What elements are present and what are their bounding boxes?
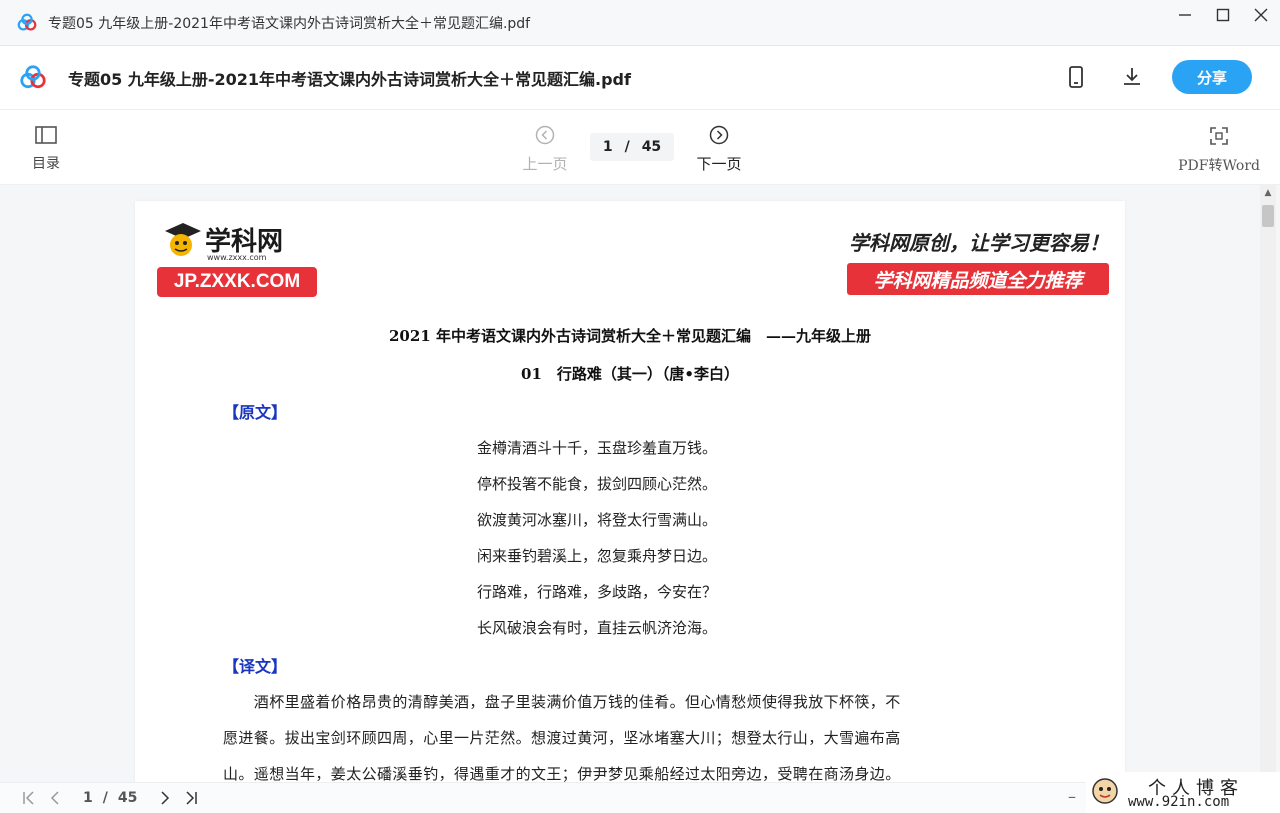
convert-icon [1210, 127, 1228, 145]
zxxk-logo: 学科网 www.zxxx.com JP.ZXXK.COM [157, 219, 317, 299]
share-button[interactable]: 分享 [1172, 60, 1252, 94]
close-button[interactable] [1242, 0, 1280, 30]
prev-arrow-icon [535, 125, 555, 145]
poem-line: 金樽清酒斗十千，玉盘珍羞直万钱。 [477, 439, 718, 457]
first-page-button[interactable] [16, 785, 42, 811]
document-heading: 2021 年中考语文课内外古诗词赏析大全＋常见题汇编 ——九年级上册 [389, 327, 871, 345]
last-page-button[interactable] [178, 785, 204, 811]
current-page: 1 [602, 139, 613, 155]
pdf-to-word-button[interactable]: PDF转Word [1178, 125, 1260, 175]
window-controls [1166, 0, 1280, 30]
poem-line: 闲来垂钓碧溪上，忽复乘舟梦日边。 [477, 547, 718, 565]
bottom-prev-page-button[interactable] [42, 785, 68, 811]
scroll-thumb[interactable] [1262, 205, 1274, 227]
blog-watermark: 个人博客 www.92in.com [1086, 772, 1280, 813]
translation-line: 愿进餐。拔出宝剑环顾四周，心里一片茫然。想渡过黄河，坚冰堵塞大川；想登太行山，大… [223, 729, 901, 747]
page-navigator: 上一页 1 / 45 下一页 [520, 125, 744, 174]
document-title: 专题05 九年级上册-2021年中考语文课内外古诗词赏析大全＋常见题汇编.pdf [68, 69, 631, 89]
minimize-button[interactable] [1166, 0, 1204, 30]
zoom-out-button[interactable]: – [1068, 787, 1076, 806]
minimize-icon [1179, 14, 1191, 16]
bottom-page-indicator[interactable]: 1 / 45 [78, 790, 142, 806]
logo-badge: JP.ZXXK.COM [157, 267, 317, 297]
close-icon [1254, 8, 1268, 22]
poem-line: 欲渡黄河冰塞川，将登太行雪满山。 [477, 511, 718, 529]
translation-line: 山。遥想当年，姜太公磻溪垂钓，得遇重才的文王；伊尹梦见乘船经过太阳旁边，受聘在商… [223, 765, 901, 782]
header-actions: 分享 [1060, 60, 1252, 94]
mascot-icon [165, 223, 201, 256]
poem-line: 行路难，行路难，多歧路，今安在？ [477, 583, 718, 601]
page-indicator[interactable]: 1 / 45 [590, 133, 674, 161]
poem-title: 01 行路难（其一）（唐•李白） [521, 365, 739, 383]
next-arrow-icon [709, 125, 729, 145]
first-page-icon [23, 791, 34, 805]
download-button[interactable] [1116, 61, 1148, 93]
document-viewer[interactable]: 学科网 www.zxxx.com JP.ZXXK.COM 学科网原创，让学习更容… [0, 185, 1280, 782]
translation-line: 酒杯里盛着价格昂贵的清醇美酒，盘子里装满价值万钱的佳肴。但心情愁烦使得我放下杯筷… [223, 693, 901, 711]
total-pages: 45 [641, 139, 662, 155]
maximize-icon [1216, 8, 1230, 22]
bottom-next-page-button[interactable] [152, 785, 178, 811]
viewer-toolbar: 目录 上一页 1 / 45 下一页 PDF转Word [0, 111, 1280, 185]
bottom-total-pages: 45 [117, 790, 138, 806]
watermark-url: www.92in.com [1128, 794, 1230, 810]
table-of-contents-icon [35, 126, 57, 144]
maximize-button[interactable] [1204, 0, 1242, 30]
slogan: 学科网原创，让学习更容易！ [849, 231, 1109, 255]
baidu-netdisk-logo-icon [20, 64, 46, 88]
pdf-page: 学科网 www.zxxx.com JP.ZXXK.COM 学科网原创，让学习更容… [135, 201, 1125, 782]
section-original-label: 【原文】 [223, 403, 288, 422]
mobile-phone-icon [1069, 66, 1083, 88]
prev-page-label: 上一页 [522, 155, 568, 173]
window-title: 专题05 九年级上册-2021年中考语文课内外古诗词赏析大全＋常见题汇编.pdf [48, 15, 531, 32]
download-icon [1124, 68, 1140, 85]
scroll-up-arrow-icon[interactable]: ▲ [1260, 185, 1276, 201]
section-translation-label: 【译文】 [223, 657, 288, 676]
poem-line: 停杯投箸不能食，拔剑四顾心茫然。 [477, 475, 718, 493]
prev-page-button[interactable]: 上一页 [520, 125, 570, 174]
send-to-phone-button[interactable] [1060, 61, 1092, 93]
bottom-current-page: 1 [83, 790, 93, 806]
next-page-button[interactable]: 下一页 [694, 125, 744, 174]
last-page-icon [186, 791, 198, 805]
title-bar: 专题05 九年级上册-2021年中考语文课内外古诗词赏析大全＋常见题汇编.pdf [0, 0, 1280, 46]
chevron-right-icon [161, 791, 170, 805]
chevron-left-icon [50, 791, 59, 805]
watermark-avatar-icon [1092, 778, 1118, 804]
promo-banner: 学科网精品频道全力推荐 [847, 263, 1109, 295]
baidu-netdisk-logo-icon [17, 13, 37, 31]
vertical-scrollbar[interactable]: ▲ [1260, 185, 1276, 782]
toc-label: 目录 [32, 156, 60, 172]
poem-line: 长风破浪会有时，直挂云帆济沧海。 [477, 619, 718, 637]
next-page-label: 下一页 [696, 155, 742, 173]
toc-button[interactable]: 目录 [26, 125, 66, 173]
logo-url: www.zxxx.com [207, 253, 267, 262]
pdf-to-word-label: PDF转Word [1178, 158, 1260, 174]
bottom-page-separator: / [102, 790, 108, 806]
document-header: 专题05 九年级上册-2021年中考语文课内外古诗词赏析大全＋常见题汇编.pdf… [0, 46, 1280, 110]
page-separator: / [624, 139, 630, 155]
